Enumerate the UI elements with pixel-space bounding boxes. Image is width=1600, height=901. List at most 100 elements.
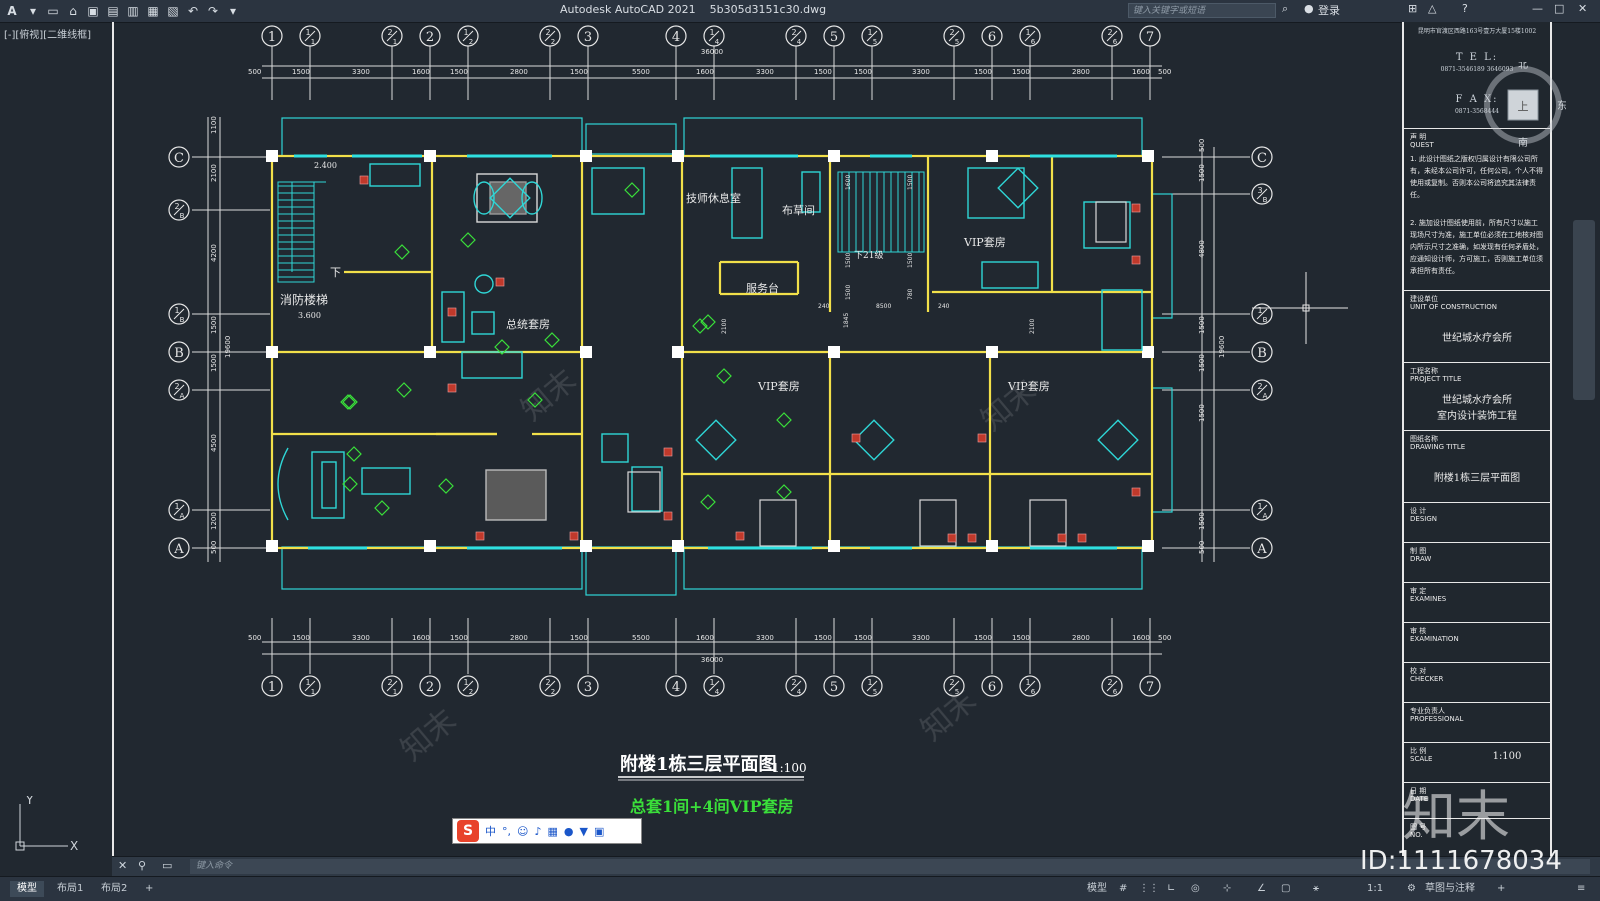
close-icon[interactable]: ✕ [1578,2,1587,15]
a360-icon[interactable]: △ [1428,2,1436,15]
axis-label: 5 [830,680,838,695]
lamp-icon [1131,487,1141,497]
autocad-logo-icon[interactable]: A [4,4,20,18]
polar-icon[interactable]: ◎ [1184,881,1207,897]
bottom-total-dimension: 36000 [701,656,723,664]
voice-icon[interactable]: ♪ [534,825,541,838]
top-dim-value: 1500 [814,68,832,76]
axis-label-den: 5 [955,38,959,46]
compass-south[interactable]: 南 [1518,136,1528,148]
punctuation-icon[interactable]: °, [502,825,511,838]
ime-toolbar[interactable]: S 中 °, ☺ ♪ ▦ ● ▼ ▣ [452,818,642,844]
workspace-switch[interactable]: 草图与注释 [1418,881,1482,897]
ucs-x-label: X [70,839,78,853]
user-icon[interactable]: ● [1304,2,1314,15]
grid-axis-bubble: 1B [168,303,190,325]
inner-dim: 780 [907,288,914,300]
add-layout-icon[interactable]: + [138,881,160,897]
watermark-id: ID:1111678034 [1360,846,1562,876]
inner-dim: 1500 [907,175,914,190]
axis-label-den: 4 [797,38,802,46]
minimize-icon[interactable]: — [1532,2,1543,15]
axis-label-den: 6 [1113,38,1118,46]
grid-axis-bubble: 16 [1019,675,1041,697]
search-input[interactable]: 键入关键字或短语 [1128,3,1276,18]
equipment-tag [394,244,410,260]
annotation-icon[interactable]: ⚹ [1306,881,1326,897]
lamp-icon [947,533,957,543]
model-space-toggle[interactable]: 模型 [1080,881,1114,897]
plus-icon[interactable]: + [1490,881,1512,897]
tab-layout2[interactable]: 布局2 [94,881,134,897]
view-cube-face[interactable]: 上 [1518,100,1529,113]
recent-commands-icon[interactable]: ▭ [162,859,172,872]
axis-label: C [174,151,184,166]
watermark-text: 知末 [395,703,463,768]
export-icon[interactable]: ▦ [146,4,160,18]
otrack-icon[interactable]: ∠ [1250,881,1273,897]
left-dim-value: 4200 [210,244,218,262]
ime-mode[interactable]: 中 [485,823,496,839]
osnap-icon[interactable]: ⊹ [1216,881,1238,897]
save-icon[interactable]: ▣ [86,4,100,18]
help-icon[interactable]: ? [1462,2,1468,15]
left-dimension-lines [207,117,221,562]
bottom-dim-value: 2800 [1072,634,1090,642]
watermark-text: 知末 [515,363,583,428]
room-presidential-suite: 总统套房 [506,317,550,331]
drawing-scale: 1:100 [772,761,807,775]
dropdown-icon[interactable]: ▾ [26,4,40,18]
inner-dim: 2100 [721,319,728,334]
sogou-logo-icon[interactable]: S [457,820,479,842]
compass-north[interactable]: 北 [1518,62,1528,71]
compass-east[interactable]: 东 [1557,99,1566,112]
ortho-icon[interactable]: ∟ [1160,881,1182,897]
grid-axis-bubble: 24 [785,25,807,47]
tab-layout1[interactable]: 布局1 [50,881,90,897]
view-cube[interactable]: 上 北 东 南 [1480,62,1566,148]
axis-label-den: B [180,212,185,220]
right-dim-value: 1500 [1198,404,1206,422]
grid-axis-bubble: 2 [419,675,441,697]
customize-cmd-icon[interactable]: ⚲ [138,859,146,872]
floor-plan-drawing[interactable]: 知末 知末 知末 知末 知末 5001500330016001500280015… [112,22,1392,856]
drawing-name-section: 图纸名称 DRAWING TITLE 附楼1栋三层平面图 [1404,430,1550,501]
title-bar: A ▾ ▭ ⌂ ▣ ▤ ▥ ▦ ▧ ↶ ↷ ▾ Autodesk AutoCAD… [0,0,1600,23]
emoji-icon[interactable]: ☺ [517,825,528,838]
equipment-tag [460,232,476,248]
structural-column [424,150,436,162]
redo-icon[interactable]: ↷ [206,4,220,18]
open-icon[interactable]: ⌂ [66,4,80,18]
user-icon[interactable]: ● [564,825,574,838]
print-icon[interactable]: ▧ [166,4,180,18]
toolbox-icon[interactable]: ▣ [594,825,604,838]
furniture [277,163,1143,521]
lamp-icon [735,531,745,541]
login-link[interactable]: 登录 [1318,2,1340,18]
bottom-dim-value: 3300 [756,634,774,642]
search-icon[interactable]: ⌕ [1282,2,1288,16]
notes-item-1: 1. 此设计图纸之版权归属设计有限公司所有，未经本公司许可，任何公司，个人不得使… [1410,155,1543,199]
plot-icon[interactable]: ▥ [126,4,140,18]
undo-icon[interactable]: ↶ [186,4,200,18]
viewport-label[interactable]: [-][俯视][二维线框] [4,26,91,41]
save-as-icon[interactable]: ▤ [106,4,120,18]
new-file-icon[interactable]: ▭ [46,4,60,18]
grid-axis-bubble: 21 [381,25,403,47]
skin-icon[interactable]: ▼ [580,825,588,838]
bottom-dim-value: 2800 [510,634,528,642]
equipment-tag [716,368,732,384]
grid-axis-bubble: 7 [1139,25,1161,47]
inner-dim: 1500 [845,253,852,268]
maximize-icon[interactable]: □ [1554,2,1564,15]
keyboard-icon[interactable]: ▦ [548,825,558,838]
lineweight-icon[interactable]: ▢ [1274,881,1297,897]
cart-icon[interactable]: ⊞ [1408,2,1417,15]
tab-model[interactable]: 模型 [10,881,44,897]
close-cmd-icon[interactable]: ✕ [118,859,127,872]
customize-icon[interactable]: ≡ [1570,881,1592,897]
stair-21-label: 下21级 [854,249,883,261]
annotation-scale[interactable]: 1:1 [1360,881,1390,897]
customize-icon[interactable]: ▾ [226,4,240,18]
navigation-bar[interactable] [1573,220,1595,400]
